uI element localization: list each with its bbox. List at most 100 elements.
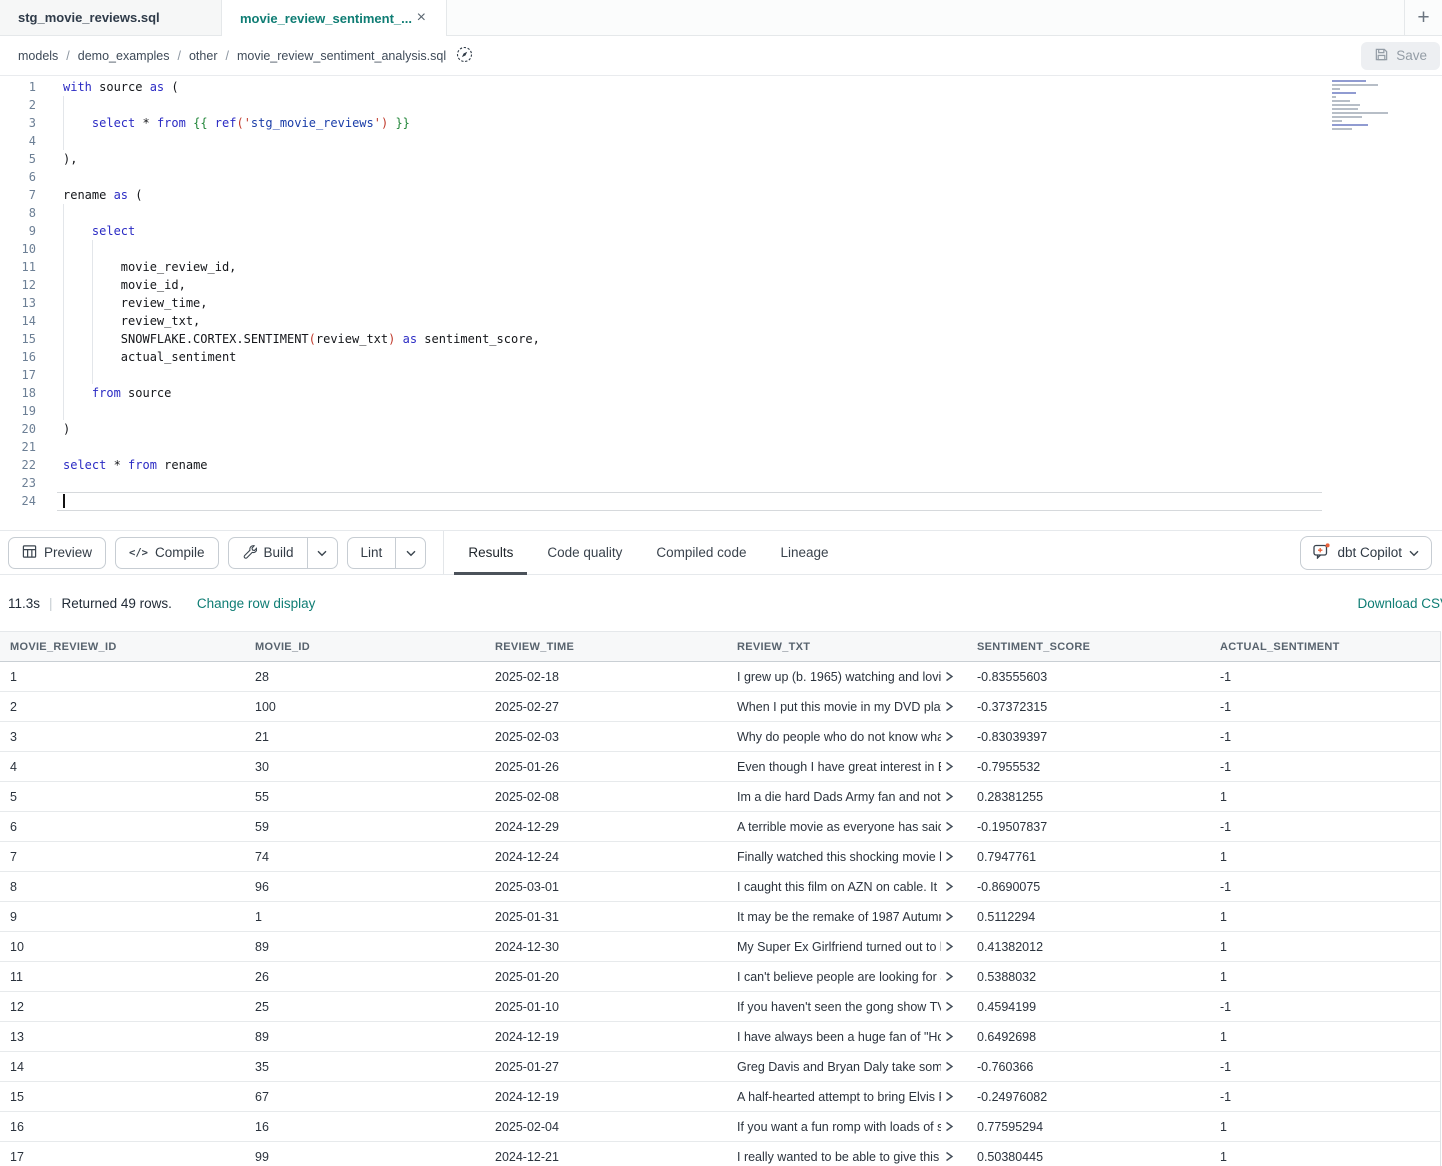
expand-cell-button[interactable] — [945, 761, 954, 772]
chevron-right-icon — [945, 1121, 954, 1132]
code-line: 4 — [0, 132, 1442, 150]
expand-cell-button[interactable] — [945, 1031, 954, 1042]
preview-label: Preview — [44, 545, 92, 560]
minimap[interactable] — [1328, 78, 1400, 130]
build-button[interactable]: Build — [229, 538, 307, 568]
table-cell-review-txt: My Super Ex Girlfriend turned out to b… — [727, 940, 967, 954]
table-cell: 89 — [245, 940, 485, 954]
change-row-display-link[interactable]: Change row display — [197, 596, 316, 611]
expand-cell-button[interactable] — [945, 1091, 954, 1102]
line-number: 20 — [0, 420, 36, 438]
tab-bar-filler — [447, 0, 1404, 36]
column-header-review-txt: REVIEW_TXT — [727, 641, 967, 653]
expand-cell-button[interactable] — [945, 701, 954, 712]
table-cell: 0.4594199 — [967, 1000, 1210, 1014]
expand-cell-button[interactable] — [945, 821, 954, 832]
code-line: 19 — [0, 402, 1442, 420]
table-cell: 2 — [0, 700, 245, 714]
code-editor[interactable]: 1with source as (23 select * from {{ ref… — [0, 76, 1442, 530]
review-text: If you haven't seen the gong show TV s… — [737, 1000, 941, 1014]
table-cell: 1 — [1210, 1120, 1440, 1134]
chevron-right-icon — [945, 671, 954, 682]
tab-compiled-code[interactable]: Compiled code — [642, 531, 760, 574]
table-cell: 2025-02-03 — [485, 730, 727, 744]
table-cell-review-txt: A terrible movie as everyone has said. … — [727, 820, 967, 834]
lint-dropdown-button[interactable] — [395, 538, 425, 568]
expand-cell-button[interactable] — [945, 971, 954, 982]
review-text: I caught this film on AZN on cable. It s… — [737, 880, 941, 894]
table-cell: 0.6492698 — [967, 1030, 1210, 1044]
lint-button[interactable]: Lint — [348, 538, 396, 568]
table-cell: 13 — [0, 1030, 245, 1044]
review-text: I grew up (b. 1965) watching and lovin… — [737, 670, 941, 684]
table-cell: 17 — [0, 1150, 245, 1164]
table-cell: 30 — [245, 760, 485, 774]
table-cell-review-txt: I can't believe people are looking for a… — [727, 970, 967, 984]
table-cell: -1 — [1210, 1090, 1440, 1104]
table-cell-review-txt: I really wanted to be able to give this … — [727, 1150, 967, 1164]
table-cell: 10 — [0, 940, 245, 954]
chevron-right-icon — [945, 761, 954, 772]
review-text: A terrible movie as everyone has said. … — [737, 820, 941, 834]
table-cell-review-txt: Why do people who do not know what… — [727, 730, 967, 744]
toolbar-divider — [443, 531, 444, 574]
expand-cell-button[interactable] — [945, 731, 954, 742]
expand-cell-button[interactable] — [945, 911, 954, 922]
table-row: 13892024-12-19I have always been a huge … — [0, 1022, 1440, 1052]
save-button[interactable]: Save — [1361, 42, 1440, 70]
tab-lineage[interactable]: Lineage — [766, 531, 842, 574]
table-row: 3212025-02-03Why do people who do not kn… — [0, 722, 1440, 752]
expand-cell-button[interactable] — [945, 1121, 954, 1132]
table-cell: -1 — [1210, 760, 1440, 774]
expand-cell-button[interactable] — [945, 941, 954, 952]
expand-cell-button[interactable] — [945, 1001, 954, 1012]
chevron-down-icon — [1409, 545, 1419, 560]
expand-cell-button[interactable] — [945, 671, 954, 682]
table-cell: 2024-12-19 — [485, 1090, 727, 1104]
expand-cell-button[interactable] — [945, 1151, 954, 1162]
breadcrumb-row: models / demo_examples / other / movie_r… — [0, 36, 1442, 76]
table-row: 4302025-01-26Even though I have great in… — [0, 752, 1440, 782]
column-header-actual-sentiment: ACTUAL_SENTIMENT — [1210, 641, 1440, 653]
tab-label: movie_review_sentiment_... — [240, 11, 412, 26]
expand-cell-button[interactable] — [945, 1061, 954, 1072]
review-text: Greg Davis and Bryan Daly take some … — [737, 1060, 941, 1074]
code-line: 17 — [0, 366, 1442, 384]
locate-in-tree-button[interactable] — [456, 46, 473, 66]
table-cell: 12 — [0, 1000, 245, 1014]
expand-cell-button[interactable] — [945, 881, 954, 892]
review-text: Im a die hard Dads Army fan and nothi… — [737, 790, 941, 804]
table-cell-review-txt: Greg Davis and Bryan Daly take some … — [727, 1060, 967, 1074]
chevron-right-icon — [945, 821, 954, 832]
close-icon[interactable]: × — [415, 10, 428, 26]
line-number: 9 — [0, 222, 36, 240]
tab-results[interactable]: Results — [454, 531, 527, 574]
expand-cell-button[interactable] — [945, 851, 954, 862]
tab-movie-review-sentiment[interactable]: movie_review_sentiment_... × — [222, 0, 447, 36]
tab-stg-movie-reviews[interactable]: stg_movie_reviews.sql — [0, 0, 222, 36]
table-cell-review-txt: Im a die hard Dads Army fan and nothi… — [727, 790, 967, 804]
table-row: 7742024-12-24Finally watched this shocki… — [0, 842, 1440, 872]
table-cell: -1 — [1210, 700, 1440, 714]
rows-returned-message: Returned 49 rows. — [62, 596, 172, 611]
preview-button[interactable]: Preview — [8, 537, 106, 569]
lint-split-button: Lint — [347, 537, 427, 569]
expand-cell-button[interactable] — [945, 791, 954, 802]
breadcrumb-separator: / — [225, 49, 228, 63]
chevron-right-icon — [945, 1151, 954, 1162]
tab-code-quality[interactable]: Code quality — [533, 531, 636, 574]
table-row: 1282025-02-18I grew up (b. 1965) watchin… — [0, 662, 1440, 692]
table-row: 15672024-12-19A half-hearted attempt to … — [0, 1082, 1440, 1112]
review-text: It may be the remake of 1987 Autumn'… — [737, 910, 941, 924]
compile-button[interactable]: </> Compile — [115, 537, 219, 569]
compass-icon — [456, 46, 473, 66]
build-dropdown-button[interactable] — [307, 538, 337, 568]
download-csv-link[interactable]: Download CSV — [1357, 596, 1442, 611]
new-tab-button[interactable]: + — [1404, 0, 1442, 36]
copilot-label: dbt Copilot — [1337, 545, 1402, 560]
table-cell: 1 — [1210, 910, 1440, 924]
dbt-copilot-button[interactable]: dbt Copilot — [1300, 536, 1432, 570]
breadcrumb-separator: / — [66, 49, 69, 63]
line-number: 2 — [0, 96, 36, 114]
table-cell: 0.5112294 — [967, 910, 1210, 924]
